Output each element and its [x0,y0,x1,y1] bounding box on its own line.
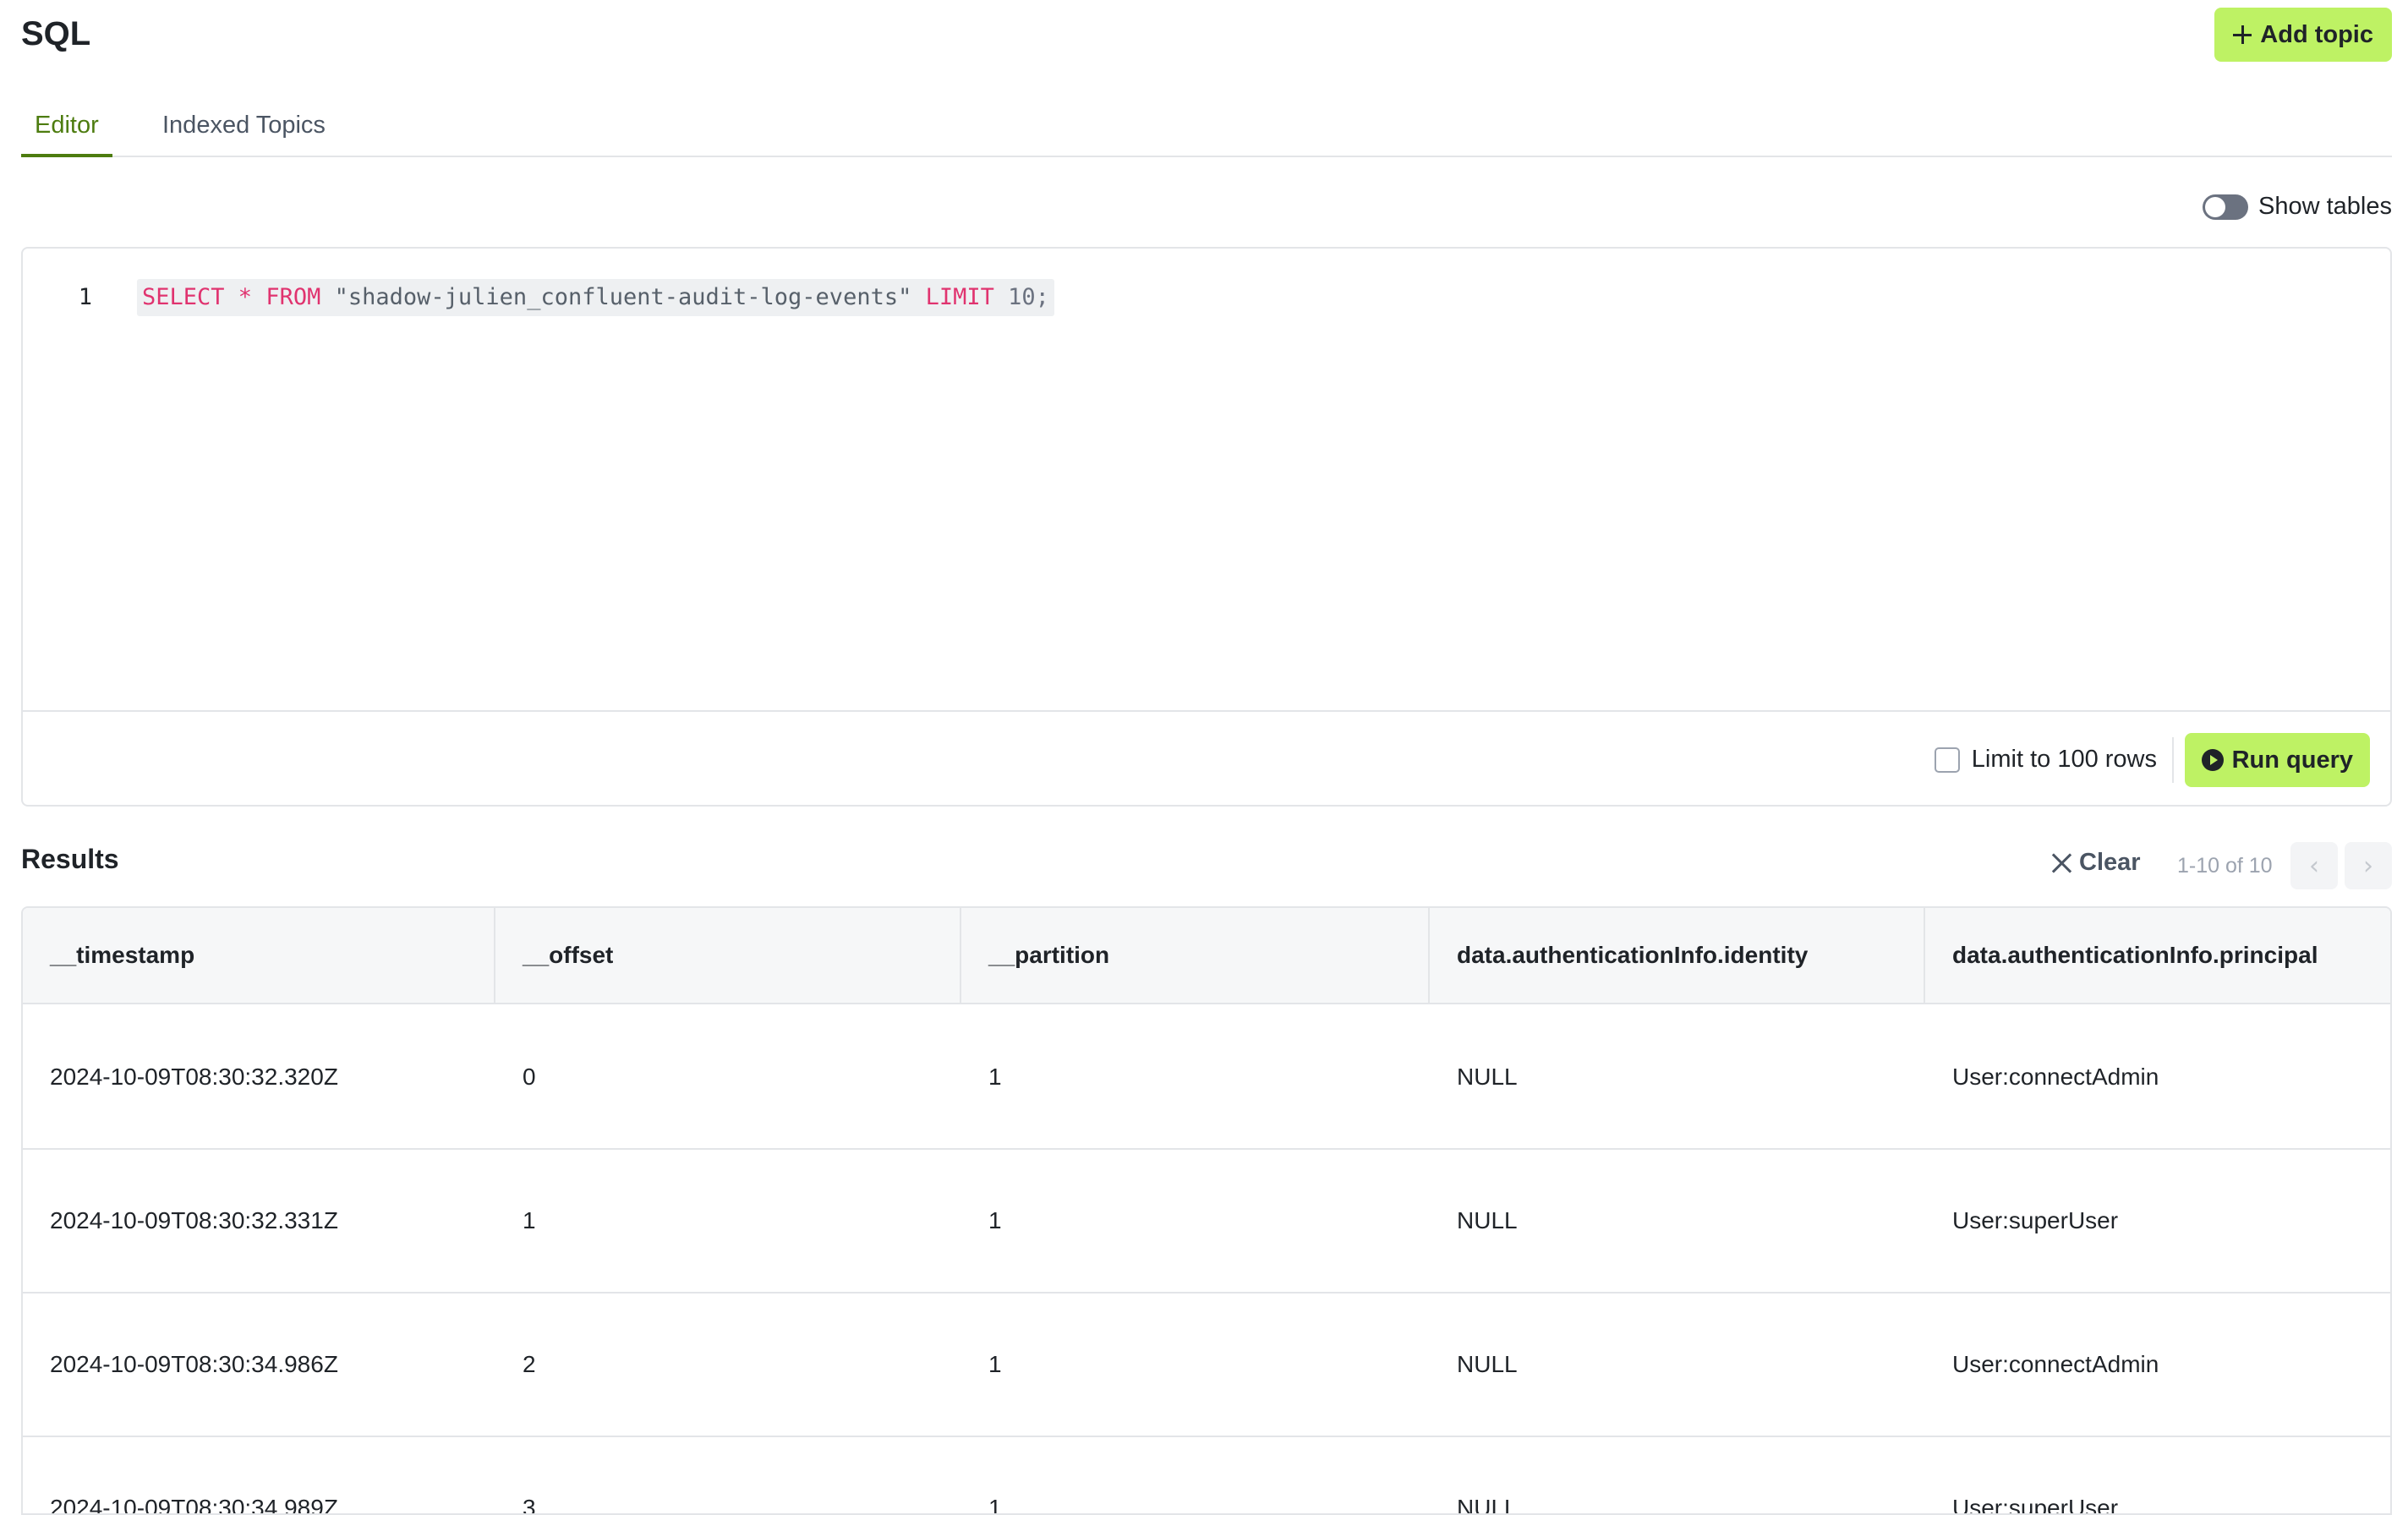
table-cell: 0 [523,1064,536,1090]
table-cell: 2024-10-09T08:30:32.320Z [50,1064,338,1090]
column-header[interactable]: data.authenticationInfo.principal [1925,908,2390,1003]
clear-button[interactable]: Clear [2050,849,2141,877]
table-cell: 1 [988,1064,1002,1090]
editor-footer: Limit to 100 rows Run query [23,710,2390,807]
column-header[interactable]: __timestamp [23,908,495,1003]
chevron-left-icon: ‹ [2309,850,2319,881]
star-operator: * [224,284,266,310]
clear-label: Clear [2079,849,2141,876]
add-topic-button[interactable]: Add topic [2214,8,2392,62]
column-header[interactable]: data.authenticationInfo.identity [1430,908,1925,1003]
table-cell: 1 [988,1207,1002,1233]
table-cell: 1 [988,1351,1002,1377]
previous-page-button[interactable]: ‹ [2290,842,2338,889]
table-cell: 3 [523,1495,536,1515]
tab-editor[interactable]: Editor [21,112,112,157]
table-cell: User:connectAdmin [1952,1064,2159,1090]
add-topic-label: Add topic [2260,20,2373,48]
table-cell: NULL [1457,1351,1518,1377]
table-cell: NULL [1457,1495,1518,1515]
chevron-right-icon: › [2363,850,2373,881]
table-header-row: __timestamp __offset __partition data.au… [23,908,2390,1004]
table-cell: NULL [1457,1064,1518,1090]
table-cell: User:superUser [1952,1207,2119,1233]
limit-value: 10; [993,284,1049,310]
keyword-select: SELECT [142,284,225,310]
footer-divider [2172,737,2174,783]
table-cell: 2024-10-09T08:30:34.986Z [50,1351,338,1377]
toggle-knob [2205,196,2225,217]
table-cell: 2024-10-09T08:30:34.989Z [50,1495,338,1515]
table-cell: User:connectAdmin [1952,1351,2159,1377]
results-table: __timestamp __offset __partition data.au… [21,906,2392,1515]
pagination-count: 1-10 of 10 [2177,854,2273,878]
table-cell: 1 [523,1207,536,1233]
plus-icon [2233,25,2252,44]
keyword-from: FROM [265,284,321,310]
show-tables-label: Show tables [2258,193,2392,220]
table-row[interactable]: 2024-10-09T08:30:34.986Z 2 1 NULL User:c… [23,1293,2390,1437]
table-cell: 2 [523,1351,536,1377]
results-title: Results [21,844,119,874]
limit-rows-checkbox[interactable] [1934,747,1960,773]
tab-bar: Editor Indexed Topics [21,100,2392,157]
code-line[interactable]: SELECT * FROM "shadow-julien_confluent-a… [137,279,1054,316]
run-query-label: Run query [2231,746,2353,774]
play-circle-icon [2201,749,2224,771]
sql-page: SQL Add topic Editor Indexed Topics Show… [21,0,2392,1515]
table-cell: 2024-10-09T08:30:32.331Z [50,1207,338,1233]
next-page-button[interactable]: › [2345,842,2392,889]
close-icon [2050,852,2072,874]
limit-rows-label: Limit to 100 rows [1971,746,2157,773]
sql-editor: 1 SELECT * FROM "shadow-julien_confluent… [21,247,2392,807]
table-row[interactable]: 2024-10-09T08:30:34.989Z 3 1 NULL User:s… [23,1437,2390,1515]
page-title: SQL [21,15,91,52]
tab-indexed-topics[interactable]: Indexed Topics [149,112,339,157]
table-row[interactable]: 2024-10-09T08:30:32.320Z 0 1 NULL User:c… [23,1006,2390,1150]
keyword-limit: LIMIT [925,284,994,310]
column-header[interactable]: __offset [495,908,961,1003]
table-cell: NULL [1457,1207,1518,1233]
code-editor[interactable]: 1 SELECT * FROM "shadow-julien_confluent… [23,249,2390,710]
limit-rows-option[interactable]: Limit to 100 rows [1934,746,2157,774]
table-row[interactable]: 2024-10-09T08:30:32.331Z 1 1 NULL User:s… [23,1150,2390,1293]
table-cell: 1 [988,1495,1002,1515]
table-cell: User:superUser [1952,1495,2119,1515]
show-tables-toggle[interactable]: Show tables [2203,193,2392,221]
toggle-switch[interactable] [2203,194,2248,220]
column-header[interactable]: __partition [961,908,1430,1003]
table-identifier: "shadow-julien_confluent-audit-log-event… [320,284,926,310]
run-query-button[interactable]: Run query [2184,733,2370,787]
line-number: 1 [78,284,92,310]
